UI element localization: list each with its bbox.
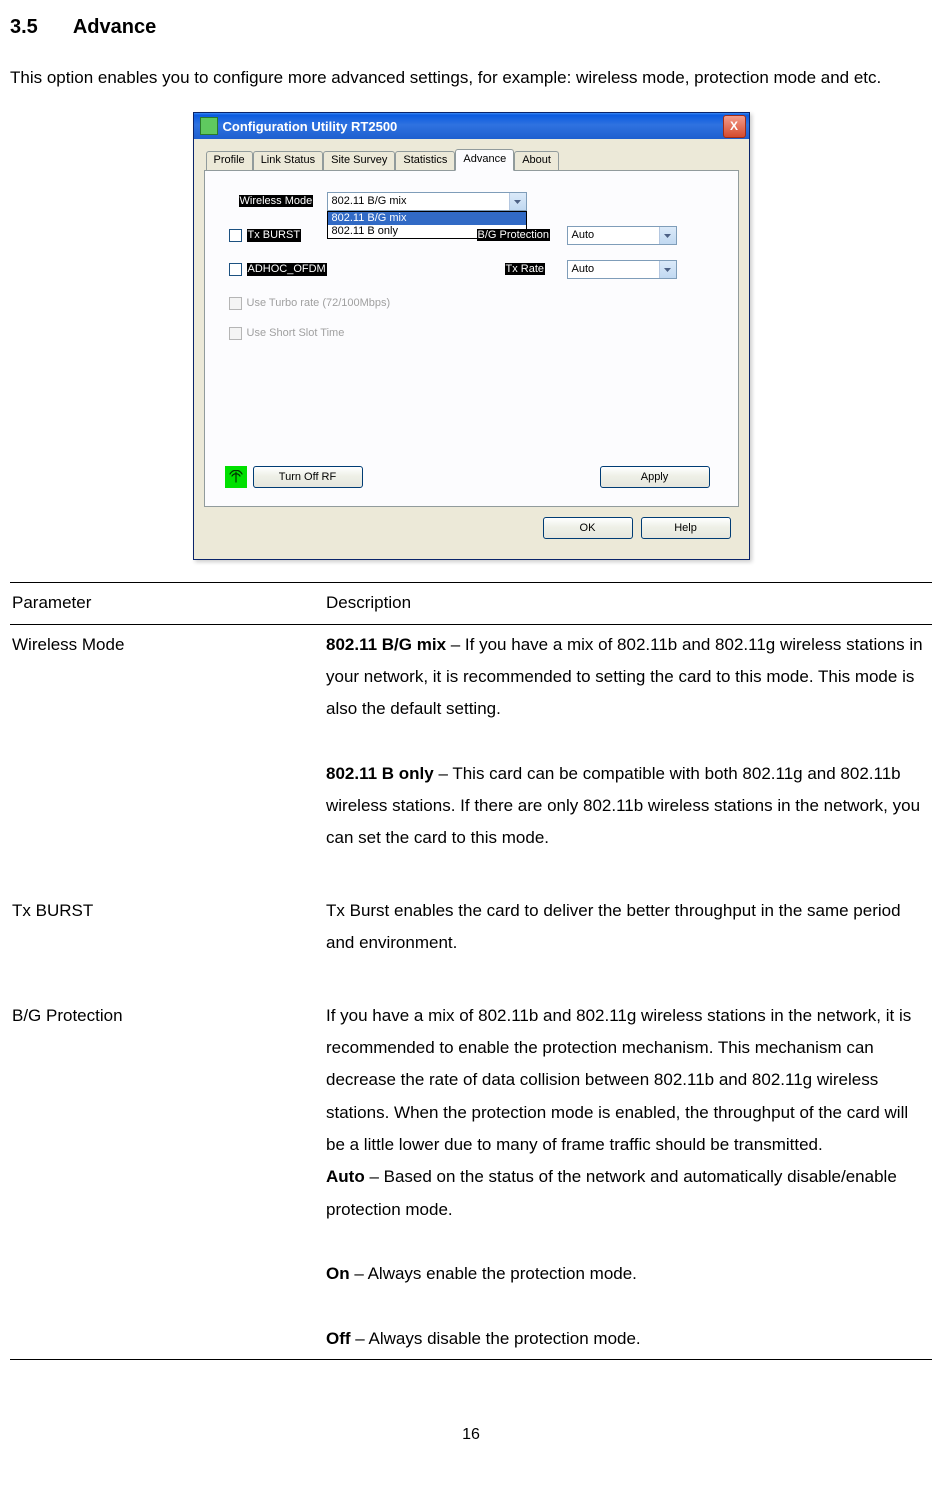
tab-page-advance: Wireless Mode 802.11 B/G mix 802.11 B/G … — [204, 171, 739, 507]
tx-rate-value: Auto — [568, 261, 659, 278]
chevron-down-icon[interactable] — [509, 193, 526, 210]
on-label: On — [326, 1264, 350, 1283]
help-button[interactable]: Help — [641, 517, 731, 539]
tx-burst-checkbox[interactable]: Tx BURST — [229, 229, 302, 242]
tab-advance[interactable]: Advance — [455, 149, 514, 171]
tab-link-status[interactable]: Link Status — [253, 151, 323, 170]
param-bg-protection: B/G Protection — [10, 996, 324, 1360]
checkbox-icon — [229, 229, 242, 242]
checkbox-icon — [229, 327, 242, 340]
close-icon: X — [730, 119, 738, 133]
short-slot-label: Use Short Slot Time — [247, 327, 345, 340]
bg-protection-combo[interactable]: Auto — [567, 226, 677, 245]
desc-tx-burst: Tx Burst enables the card to deliver the… — [324, 891, 932, 996]
wireless-mode-value: 802.11 B/G mix — [328, 193, 509, 210]
param-tx-burst: Tx BURST — [10, 891, 324, 996]
config-dialog: Configuration Utility RT2500 X Profile L… — [193, 112, 750, 560]
table-header-parameter: Parameter — [10, 583, 324, 624]
param-wireless-mode: Wireless Mode — [10, 624, 324, 891]
apply-button[interactable]: Apply — [600, 466, 710, 488]
b-only-label: 802.11 B only — [326, 764, 434, 783]
wireless-mode-label: Wireless Mode — [239, 195, 314, 207]
section-title: Advance — [73, 16, 156, 38]
tx-burst-label: Tx BURST — [247, 229, 302, 242]
page-number: 16 — [10, 1420, 932, 1450]
checkbox-icon — [229, 263, 242, 276]
desc-bg-protection: If you have a mix of 802.11b and 802.11g… — [324, 996, 932, 1360]
section-number: 3.5 — [10, 8, 68, 46]
table-row: B/G Protection If you have a mix of 802.… — [10, 996, 932, 1360]
tab-profile[interactable]: Profile — [206, 151, 253, 170]
tab-about[interactable]: About — [514, 151, 559, 170]
auto-text: – Based on the status of the network and… — [326, 1167, 897, 1218]
bg-protection-intro: If you have a mix of 802.11b and 802.11g… — [326, 1006, 911, 1154]
table-row: Tx BURST Tx Burst enables the card to de… — [10, 891, 932, 996]
turn-off-rf-button[interactable]: Turn Off RF — [253, 466, 363, 488]
dialog-titlebar[interactable]: Configuration Utility RT2500 X — [194, 113, 749, 139]
wireless-mode-combo[interactable]: 802.11 B/G mix — [327, 192, 527, 211]
bg-mix-label: 802.11 B/G mix — [326, 635, 446, 654]
bg-protection-label: B/G Protection — [477, 229, 551, 241]
adhoc-ofdm-checkbox[interactable]: ADHOC_OFDM — [229, 263, 327, 276]
off-text: – Always disable the protection mode. — [351, 1329, 641, 1348]
adhoc-ofdm-label: ADHOC_OFDM — [247, 263, 327, 276]
close-button[interactable]: X — [723, 115, 746, 138]
tab-strip: Profile Link Status Site Survey Statisti… — [204, 149, 739, 171]
tab-site-survey[interactable]: Site Survey — [323, 151, 395, 170]
short-slot-checkbox: Use Short Slot Time — [229, 327, 345, 340]
auto-label: Auto — [326, 1167, 365, 1186]
tx-rate-label: Tx Rate — [505, 263, 546, 275]
tx-rate-combo[interactable]: Auto — [567, 260, 677, 279]
app-icon — [200, 117, 218, 135]
rf-status-icon — [225, 466, 247, 488]
desc-wireless-mode: 802.11 B/G mix – If you have a mix of 80… — [324, 624, 932, 891]
turbo-rate-checkbox: Use Turbo rate (72/100Mbps) — [229, 297, 391, 310]
turbo-rate-label: Use Turbo rate (72/100Mbps) — [247, 297, 391, 310]
section-heading: 3.5 Advance — [10, 8, 932, 46]
off-label: Off — [326, 1329, 351, 1348]
checkbox-icon — [229, 297, 242, 310]
table-header-description: Description — [324, 583, 932, 624]
parameter-table: Parameter Description Wireless Mode 802.… — [10, 582, 932, 1360]
table-row: Wireless Mode 802.11 B/G mix – If you ha… — [10, 624, 932, 891]
tab-statistics[interactable]: Statistics — [395, 151, 455, 170]
wireless-mode-option-bg-mix[interactable]: 802.11 B/G mix — [328, 212, 526, 225]
dialog-title: Configuration Utility RT2500 — [223, 119, 723, 135]
section-intro: This option enables you to configure mor… — [10, 62, 932, 94]
on-text: – Always enable the protection mode. — [350, 1264, 637, 1283]
bg-protection-value: Auto — [568, 227, 659, 244]
ok-button[interactable]: OK — [543, 517, 633, 539]
chevron-down-icon[interactable] — [659, 227, 676, 244]
chevron-down-icon[interactable] — [659, 261, 676, 278]
